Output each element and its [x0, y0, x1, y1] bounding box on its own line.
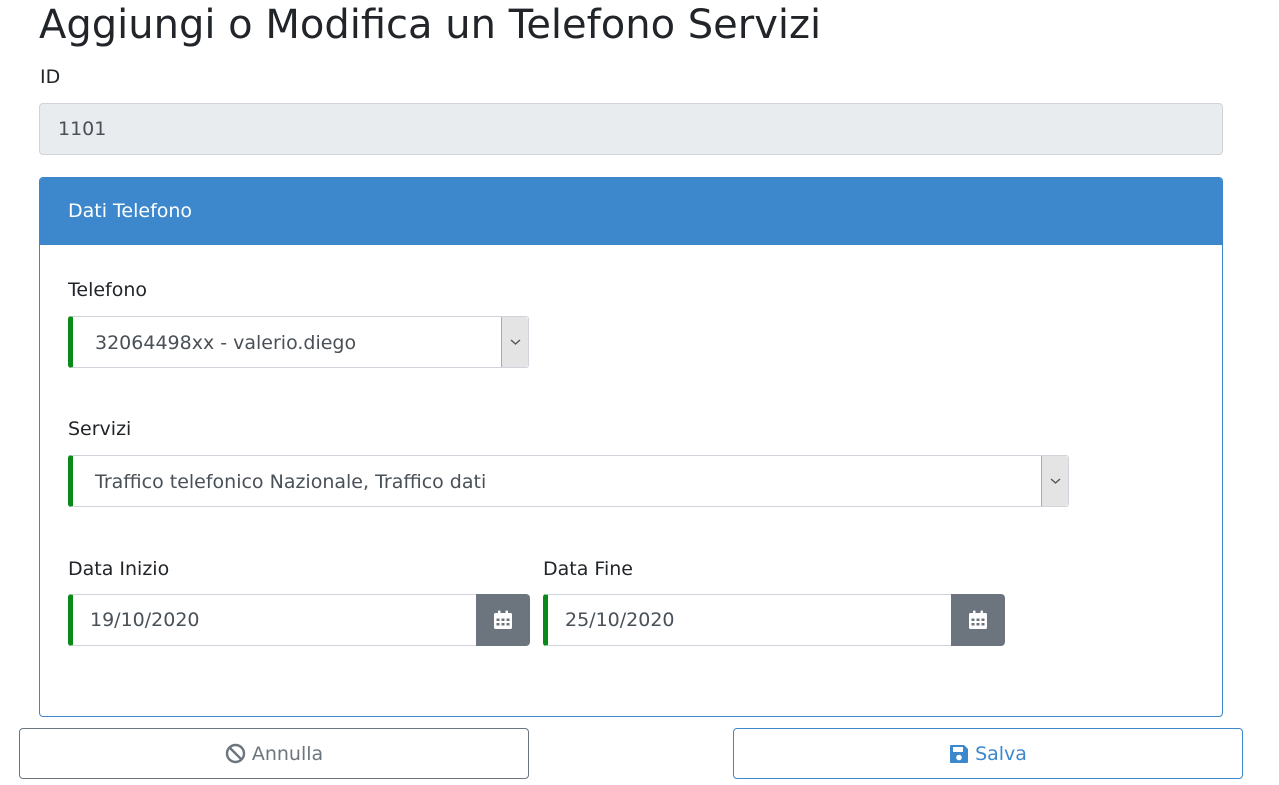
telefono-selected-value: 32064498xx - valerio.diego: [95, 332, 357, 354]
data-fine-label: Data Fine: [543, 558, 633, 580]
page-title: Aggiungi o Modifica un Telefono Servizi: [39, 2, 822, 48]
telefono-select[interactable]: 32064498xx - valerio.diego: [68, 316, 529, 368]
floppy-disk-icon: [949, 744, 969, 764]
data-fine-group: 25/10/2020: [543, 594, 1005, 646]
calendar-icon[interactable]: [476, 594, 530, 646]
cancel-label: Annulla: [251, 742, 324, 765]
servizi-label: Servizi: [68, 418, 132, 440]
phone-data-panel: Dati Telefono Telefono 32064498xx - vale…: [39, 177, 1223, 717]
servizi-selected-value: Traffico telefonico Nazionale, Traffico …: [95, 471, 487, 493]
save-button[interactable]: Salva: [733, 728, 1243, 779]
cancel-button[interactable]: Annulla: [19, 728, 529, 779]
panel-header: Dati Telefono: [40, 178, 1222, 245]
chevron-down-icon[interactable]: [1041, 456, 1068, 506]
telefono-label: Telefono: [68, 279, 148, 301]
data-inizio-group: 19/10/2020: [68, 594, 530, 646]
data-inizio-label: Data Inizio: [68, 558, 170, 580]
calendar-icon[interactable]: [951, 594, 1005, 646]
ban-icon: [225, 743, 246, 764]
id-label: ID: [40, 66, 61, 88]
save-label: Salva: [975, 742, 1027, 765]
chevron-down-icon[interactable]: [501, 317, 528, 367]
id-field: 1101: [39, 103, 1223, 155]
data-fine-input[interactable]: 25/10/2020: [543, 594, 952, 646]
data-inizio-input[interactable]: 19/10/2020: [68, 594, 477, 646]
servizi-select[interactable]: Traffico telefonico Nazionale, Traffico …: [68, 455, 1069, 507]
